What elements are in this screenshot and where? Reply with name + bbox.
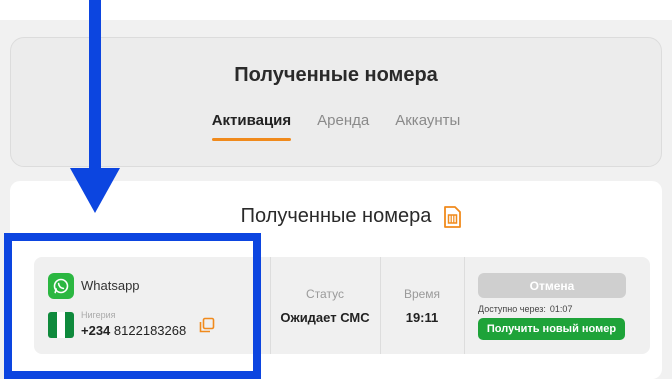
tab-rent[interactable]: Аренда xyxy=(317,112,369,139)
sim-card-icon xyxy=(444,205,462,228)
status-value: Ожидает СМС xyxy=(280,310,370,325)
tab-activation[interactable]: Активация xyxy=(211,112,292,141)
time-cell: Время 19:11 xyxy=(380,257,464,354)
availability-label: Доступно через: xyxy=(478,304,546,314)
time-value: 19:11 xyxy=(405,310,439,325)
actions-cell: Отмена Доступно через: 01:07 Получить нов… xyxy=(464,257,650,354)
status-label: Статус xyxy=(306,287,344,301)
status-cell: Статус Ожидает СМС xyxy=(270,257,380,354)
highlight-frame xyxy=(4,233,261,379)
time-label: Время xyxy=(403,287,441,301)
tab-accounts[interactable]: Аккаунты xyxy=(395,112,460,139)
availability-time: 01:07 xyxy=(549,304,573,314)
orders-title: Полученные номера xyxy=(240,205,432,227)
availability-timer: Доступно через: 01:07 xyxy=(478,304,572,314)
pointer-arrow-icon xyxy=(70,0,120,213)
get-new-number-button[interactable]: Получить новый номер xyxy=(478,318,625,340)
cancel-button[interactable]: Отмена xyxy=(478,273,626,298)
